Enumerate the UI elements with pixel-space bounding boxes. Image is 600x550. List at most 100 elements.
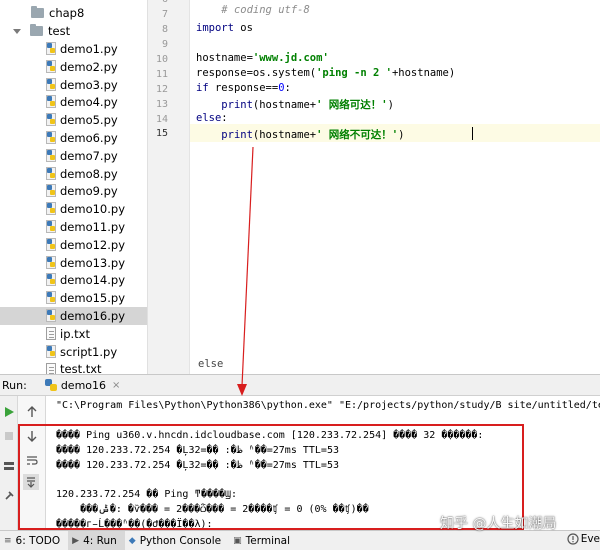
tree-item-file[interactable]: script1.py (0, 343, 147, 361)
line-number: 10 (155, 54, 168, 65)
tree-item-file[interactable]: demo4.py (0, 93, 147, 111)
python-file-icon (46, 95, 57, 109)
terminal-tab[interactable]: ▣ Terminal (229, 531, 298, 550)
tree-item-file[interactable]: demo1.py (0, 40, 147, 58)
tree-item-file[interactable]: demo13.py (0, 254, 147, 272)
tree-item-file[interactable]: demo12.py (0, 236, 147, 254)
pin-icon[interactable] (1, 488, 17, 504)
line-number: 13 (155, 99, 168, 110)
todo-tab[interactable]: ≡ 6: TODO (0, 531, 68, 550)
run-tab-label: demo16 (60, 378, 107, 392)
tree-item-file[interactable]: demo14.py (0, 271, 147, 289)
tree-item-label: demo14.py (60, 273, 126, 288)
tree-item-label: demo8.py (60, 166, 118, 181)
code-line-15: print(hostname+' 网络不可达！') (196, 127, 404, 142)
layout-icon[interactable] (1, 458, 17, 474)
python-file-icon (46, 59, 57, 74)
line-number: 9 (161, 39, 168, 50)
tree-item-file[interactable]: demo8.py (0, 165, 147, 183)
tree-item-label: demo1.py (60, 42, 118, 56)
code-text: response=os.system( (196, 67, 317, 79)
tree-item-label: demo6.py (60, 131, 118, 145)
code-text: response== (208, 82, 279, 94)
tree-item-label: script1.py (60, 344, 118, 359)
code-text: hostname= (196, 52, 253, 64)
stop-icon[interactable] (1, 428, 17, 444)
line-number-current: 15 (155, 128, 168, 139)
tree-item-test[interactable]: test (0, 22, 147, 40)
code-keyword: if (196, 82, 209, 94)
breadcrumb[interactable]: else (198, 358, 223, 370)
watermark-text: 知乎 @人生如潮局 (440, 516, 557, 532)
line-number: 11 (155, 69, 168, 80)
tree-item-file[interactable]: demo7.py (0, 147, 147, 165)
python-file-icon (46, 255, 57, 270)
tree-item-label: test (48, 24, 71, 38)
tree-item-file[interactable]: demo2.py (0, 58, 147, 76)
code-text: : (221, 112, 228, 124)
text-caret (472, 127, 473, 140)
line-number: 12 (155, 84, 168, 95)
code-text: : (284, 82, 291, 94)
text-file-icon (46, 362, 56, 374)
arrow-up-icon[interactable] (24, 404, 40, 420)
code-line-14: else: (196, 112, 228, 124)
terminal-tab-label: Terminal (245, 534, 290, 547)
run-tab-label: 4: Run (83, 534, 117, 547)
tree-item-file[interactable]: ip.txt (0, 325, 147, 343)
python-file-icon (46, 148, 57, 163)
tree-item-file[interactable]: demo6.py (0, 129, 147, 147)
python-file-icon (46, 273, 57, 287)
tree-item-label: demo4.py (60, 95, 118, 110)
bottom-tool-bar: ≡ 6: TODO ▶ 4: Run ◆ Python Console ▣ Te… (0, 530, 600, 550)
code-function: print (221, 129, 253, 141)
tree-item-file[interactable]: demo15.py (0, 289, 147, 307)
code-line-12: if response==0: (196, 82, 291, 94)
tree-item-file[interactable]: demo11.py (0, 218, 147, 236)
run-toolbar-left (0, 396, 18, 530)
python-console-tab[interactable]: ◆ Python Console (125, 531, 229, 550)
code-string: ' 网络可达！' (316, 99, 388, 111)
run-tab-demo16[interactable]: demo16 × (44, 378, 120, 392)
tree-item-label: demo5.py (60, 113, 118, 128)
code-line-10: hostname='www.jd.com' (196, 52, 329, 64)
python-file-icon (46, 344, 57, 359)
tree-item-file[interactable]: test.txt (0, 360, 147, 374)
tree-item-label: demo3.py (60, 77, 118, 92)
tree-item-label: demo13.py (60, 255, 126, 270)
chevron-down-icon[interactable] (13, 28, 21, 34)
python-file-icon (46, 166, 57, 181)
rerun-icon[interactable] (1, 404, 17, 420)
event-log-tab[interactable]: Eve (567, 533, 600, 545)
code-editor[interactable]: 6 7 8 9 10 11 12 13 14 15 # coding utf-8… (148, 0, 600, 374)
tree-item-chap8[interactable]: chap8 (0, 4, 147, 22)
tree-item-label: demo12.py (60, 237, 126, 252)
line-number: 8 (161, 24, 168, 35)
tree-item-file[interactable]: demo9.py (0, 182, 147, 200)
close-icon[interactable]: × (112, 380, 120, 391)
line-number: 6 (148, 0, 168, 5)
code-text: os (233, 22, 253, 34)
tree-item-label: ip.txt (60, 326, 90, 341)
tree-item-label: chap8 (49, 6, 85, 20)
code-text: (hostname+ (252, 99, 317, 111)
code-text: ) (387, 99, 394, 111)
python-file-icon (46, 291, 57, 305)
todo-icon: ≡ (4, 535, 12, 546)
code-line-11: response=os.system('ping -n 2 '+hostname… (196, 67, 455, 79)
event-log-label: Eve (580, 533, 600, 545)
python-file-icon (46, 220, 57, 234)
tree-item-file[interactable]: demo16.py (0, 307, 147, 325)
tree-item-label: demo7.py (60, 148, 118, 163)
python-file-icon (46, 184, 57, 198)
python-file-icon (46, 42, 57, 56)
run-tab[interactable]: ▶ 4: Run (68, 530, 125, 550)
line-number: 7 (161, 9, 168, 20)
tree-item-file[interactable]: demo10.py (0, 200, 147, 218)
python-console-icon: ◆ (128, 535, 136, 546)
event-log-icon (567, 533, 579, 545)
tree-item-file[interactable]: demo5.py (0, 111, 147, 129)
tree-item-file[interactable]: demo3.py (0, 76, 147, 94)
